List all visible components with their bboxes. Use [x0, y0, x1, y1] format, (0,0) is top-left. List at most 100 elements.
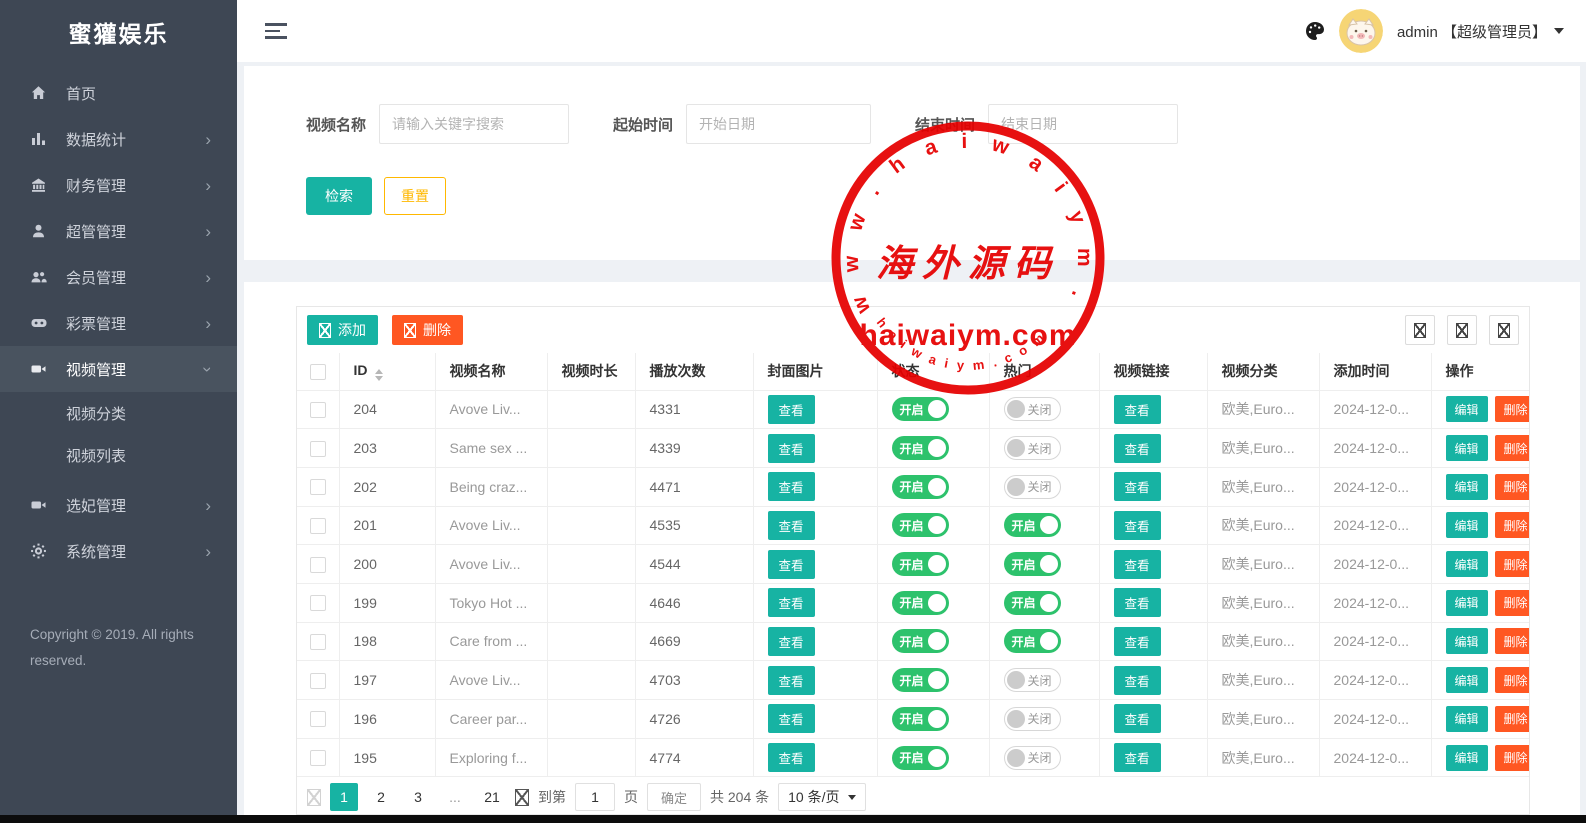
- search-button[interactable]: 检索: [306, 177, 372, 215]
- sidebar-item-stats[interactable]: 数据统计 ›: [0, 116, 237, 162]
- edit-button[interactable]: 编辑: [1446, 628, 1488, 654]
- edit-button[interactable]: 编辑: [1446, 667, 1488, 693]
- prev-page-button[interactable]: [307, 789, 321, 806]
- page-button-3[interactable]: 3: [404, 783, 432, 811]
- toggle-on[interactable]: 开启: [1004, 629, 1061, 653]
- toggle-on[interactable]: 开启: [1004, 513, 1061, 537]
- row-checkbox[interactable]: [310, 711, 326, 727]
- edit-button[interactable]: 编辑: [1446, 474, 1488, 500]
- cover-view-button[interactable]: 查看: [768, 666, 815, 695]
- cover-view-button[interactable]: 查看: [768, 627, 815, 656]
- page-button-1[interactable]: 1: [330, 783, 358, 811]
- sort-icon[interactable]: [375, 369, 383, 382]
- sidebar-item-admin[interactable]: 超管管理 ›: [0, 208, 237, 254]
- sidebar-subitem-video-list[interactable]: 视频列表: [0, 434, 237, 476]
- toggle-on[interactable]: 开启: [892, 475, 949, 499]
- delete-button[interactable]: 删除: [1495, 667, 1529, 693]
- link-view-button[interactable]: 查看: [1114, 395, 1161, 424]
- delete-button[interactable]: 删除: [1495, 551, 1529, 577]
- toggle-off[interactable]: 关闭: [1004, 397, 1061, 421]
- row-checkbox[interactable]: [310, 673, 326, 689]
- add-button[interactable]: 添加: [307, 315, 378, 345]
- edit-button[interactable]: 编辑: [1446, 396, 1488, 422]
- cover-view-button[interactable]: 查看: [768, 472, 815, 501]
- row-checkbox[interactable]: [310, 634, 326, 650]
- toggle-on[interactable]: 开启: [892, 513, 949, 537]
- user-menu[interactable]: admin 【超级管理员】: [1397, 21, 1564, 42]
- toggle-on[interactable]: 开启: [892, 591, 949, 615]
- edit-button[interactable]: 编辑: [1446, 590, 1488, 616]
- toggle-on[interactable]: 开启: [892, 629, 949, 653]
- sidebar-item-lottery[interactable]: 彩票管理 ›: [0, 300, 237, 346]
- page-size-select[interactable]: 10 条/页: [778, 783, 865, 811]
- row-checkbox[interactable]: [310, 402, 326, 418]
- edit-button[interactable]: 编辑: [1446, 745, 1488, 771]
- toggle-on[interactable]: 开启: [892, 552, 949, 576]
- cover-view-button[interactable]: 查看: [768, 511, 815, 540]
- reset-button[interactable]: 重置: [384, 177, 446, 215]
- hamburger-menu-icon[interactable]: [265, 19, 287, 43]
- toggle-off[interactable]: 关闭: [1004, 707, 1061, 731]
- cover-view-button[interactable]: 查看: [768, 704, 815, 733]
- edit-button[interactable]: 编辑: [1446, 435, 1488, 461]
- toggle-on[interactable]: 开启: [892, 668, 949, 692]
- link-view-button[interactable]: 查看: [1114, 743, 1161, 772]
- toggle-off[interactable]: 关闭: [1004, 746, 1061, 770]
- delete-button[interactable]: 删除: [1495, 628, 1529, 654]
- toggle-on[interactable]: 开启: [892, 707, 949, 731]
- table-tool-icon-1[interactable]: [1405, 315, 1435, 345]
- page-button-21[interactable]: 21: [478, 783, 506, 811]
- goto-page-input[interactable]: [575, 783, 615, 811]
- table-tool-icon-2[interactable]: [1447, 315, 1477, 345]
- next-page-button[interactable]: [515, 789, 529, 806]
- delete-button[interactable]: 删除: [1495, 474, 1529, 500]
- toggle-on[interactable]: 开启: [892, 746, 949, 770]
- link-view-button[interactable]: 查看: [1114, 434, 1161, 463]
- end-date-input[interactable]: [988, 104, 1178, 144]
- toggle-on[interactable]: 开启: [1004, 591, 1061, 615]
- delete-button[interactable]: 删除: [1495, 745, 1529, 771]
- theme-palette-icon[interactable]: [1305, 21, 1325, 41]
- row-checkbox[interactable]: [310, 441, 326, 457]
- link-view-button[interactable]: 查看: [1114, 472, 1161, 501]
- user-avatar[interactable]: [1339, 9, 1383, 53]
- sidebar-item-home[interactable]: 首页: [0, 70, 237, 116]
- row-checkbox[interactable]: [310, 557, 326, 573]
- sidebar-item-xuanfei[interactable]: 选妃管理 ›: [0, 482, 237, 528]
- cover-view-button[interactable]: 查看: [768, 743, 815, 772]
- link-view-button[interactable]: 查看: [1114, 666, 1161, 695]
- toggle-off[interactable]: 关闭: [1004, 668, 1061, 692]
- delete-button[interactable]: 删除: [1495, 435, 1529, 461]
- link-view-button[interactable]: 查看: [1114, 550, 1161, 579]
- start-date-input[interactable]: [686, 104, 871, 144]
- edit-button[interactable]: 编辑: [1446, 551, 1488, 577]
- cover-view-button[interactable]: 查看: [768, 395, 815, 424]
- sidebar-item-video[interactable]: 视频管理 ›: [0, 346, 237, 392]
- delete-button[interactable]: 删除: [1495, 706, 1529, 732]
- goto-confirm-button[interactable]: 确定: [647, 783, 701, 811]
- page-button-2[interactable]: 2: [367, 783, 395, 811]
- toggle-off[interactable]: 关闭: [1004, 436, 1061, 460]
- toggle-on[interactable]: 开启: [892, 397, 949, 421]
- batch-delete-button[interactable]: 删除: [392, 315, 463, 345]
- sidebar-item-members[interactable]: 会员管理 ›: [0, 254, 237, 300]
- toggle-on[interactable]: 开启: [1004, 552, 1061, 576]
- toggle-on[interactable]: 开启: [892, 436, 949, 460]
- sidebar-subitem-video-category[interactable]: 视频分类: [0, 392, 237, 434]
- video-name-input[interactable]: [379, 104, 569, 144]
- delete-button[interactable]: 删除: [1495, 590, 1529, 616]
- delete-button[interactable]: 删除: [1495, 396, 1529, 422]
- table-tool-icon-3[interactable]: [1489, 315, 1519, 345]
- cover-view-button[interactable]: 查看: [768, 588, 815, 617]
- row-checkbox[interactable]: [310, 595, 326, 611]
- row-checkbox[interactable]: [310, 479, 326, 495]
- link-view-button[interactable]: 查看: [1114, 704, 1161, 733]
- delete-button[interactable]: 删除: [1495, 512, 1529, 538]
- sidebar-item-system[interactable]: 系统管理 ›: [0, 528, 237, 574]
- cover-view-button[interactable]: 查看: [768, 434, 815, 463]
- toggle-off[interactable]: 关闭: [1004, 475, 1061, 499]
- link-view-button[interactable]: 查看: [1114, 627, 1161, 656]
- link-view-button[interactable]: 查看: [1114, 511, 1161, 540]
- select-all-checkbox[interactable]: [310, 364, 326, 380]
- edit-button[interactable]: 编辑: [1446, 706, 1488, 732]
